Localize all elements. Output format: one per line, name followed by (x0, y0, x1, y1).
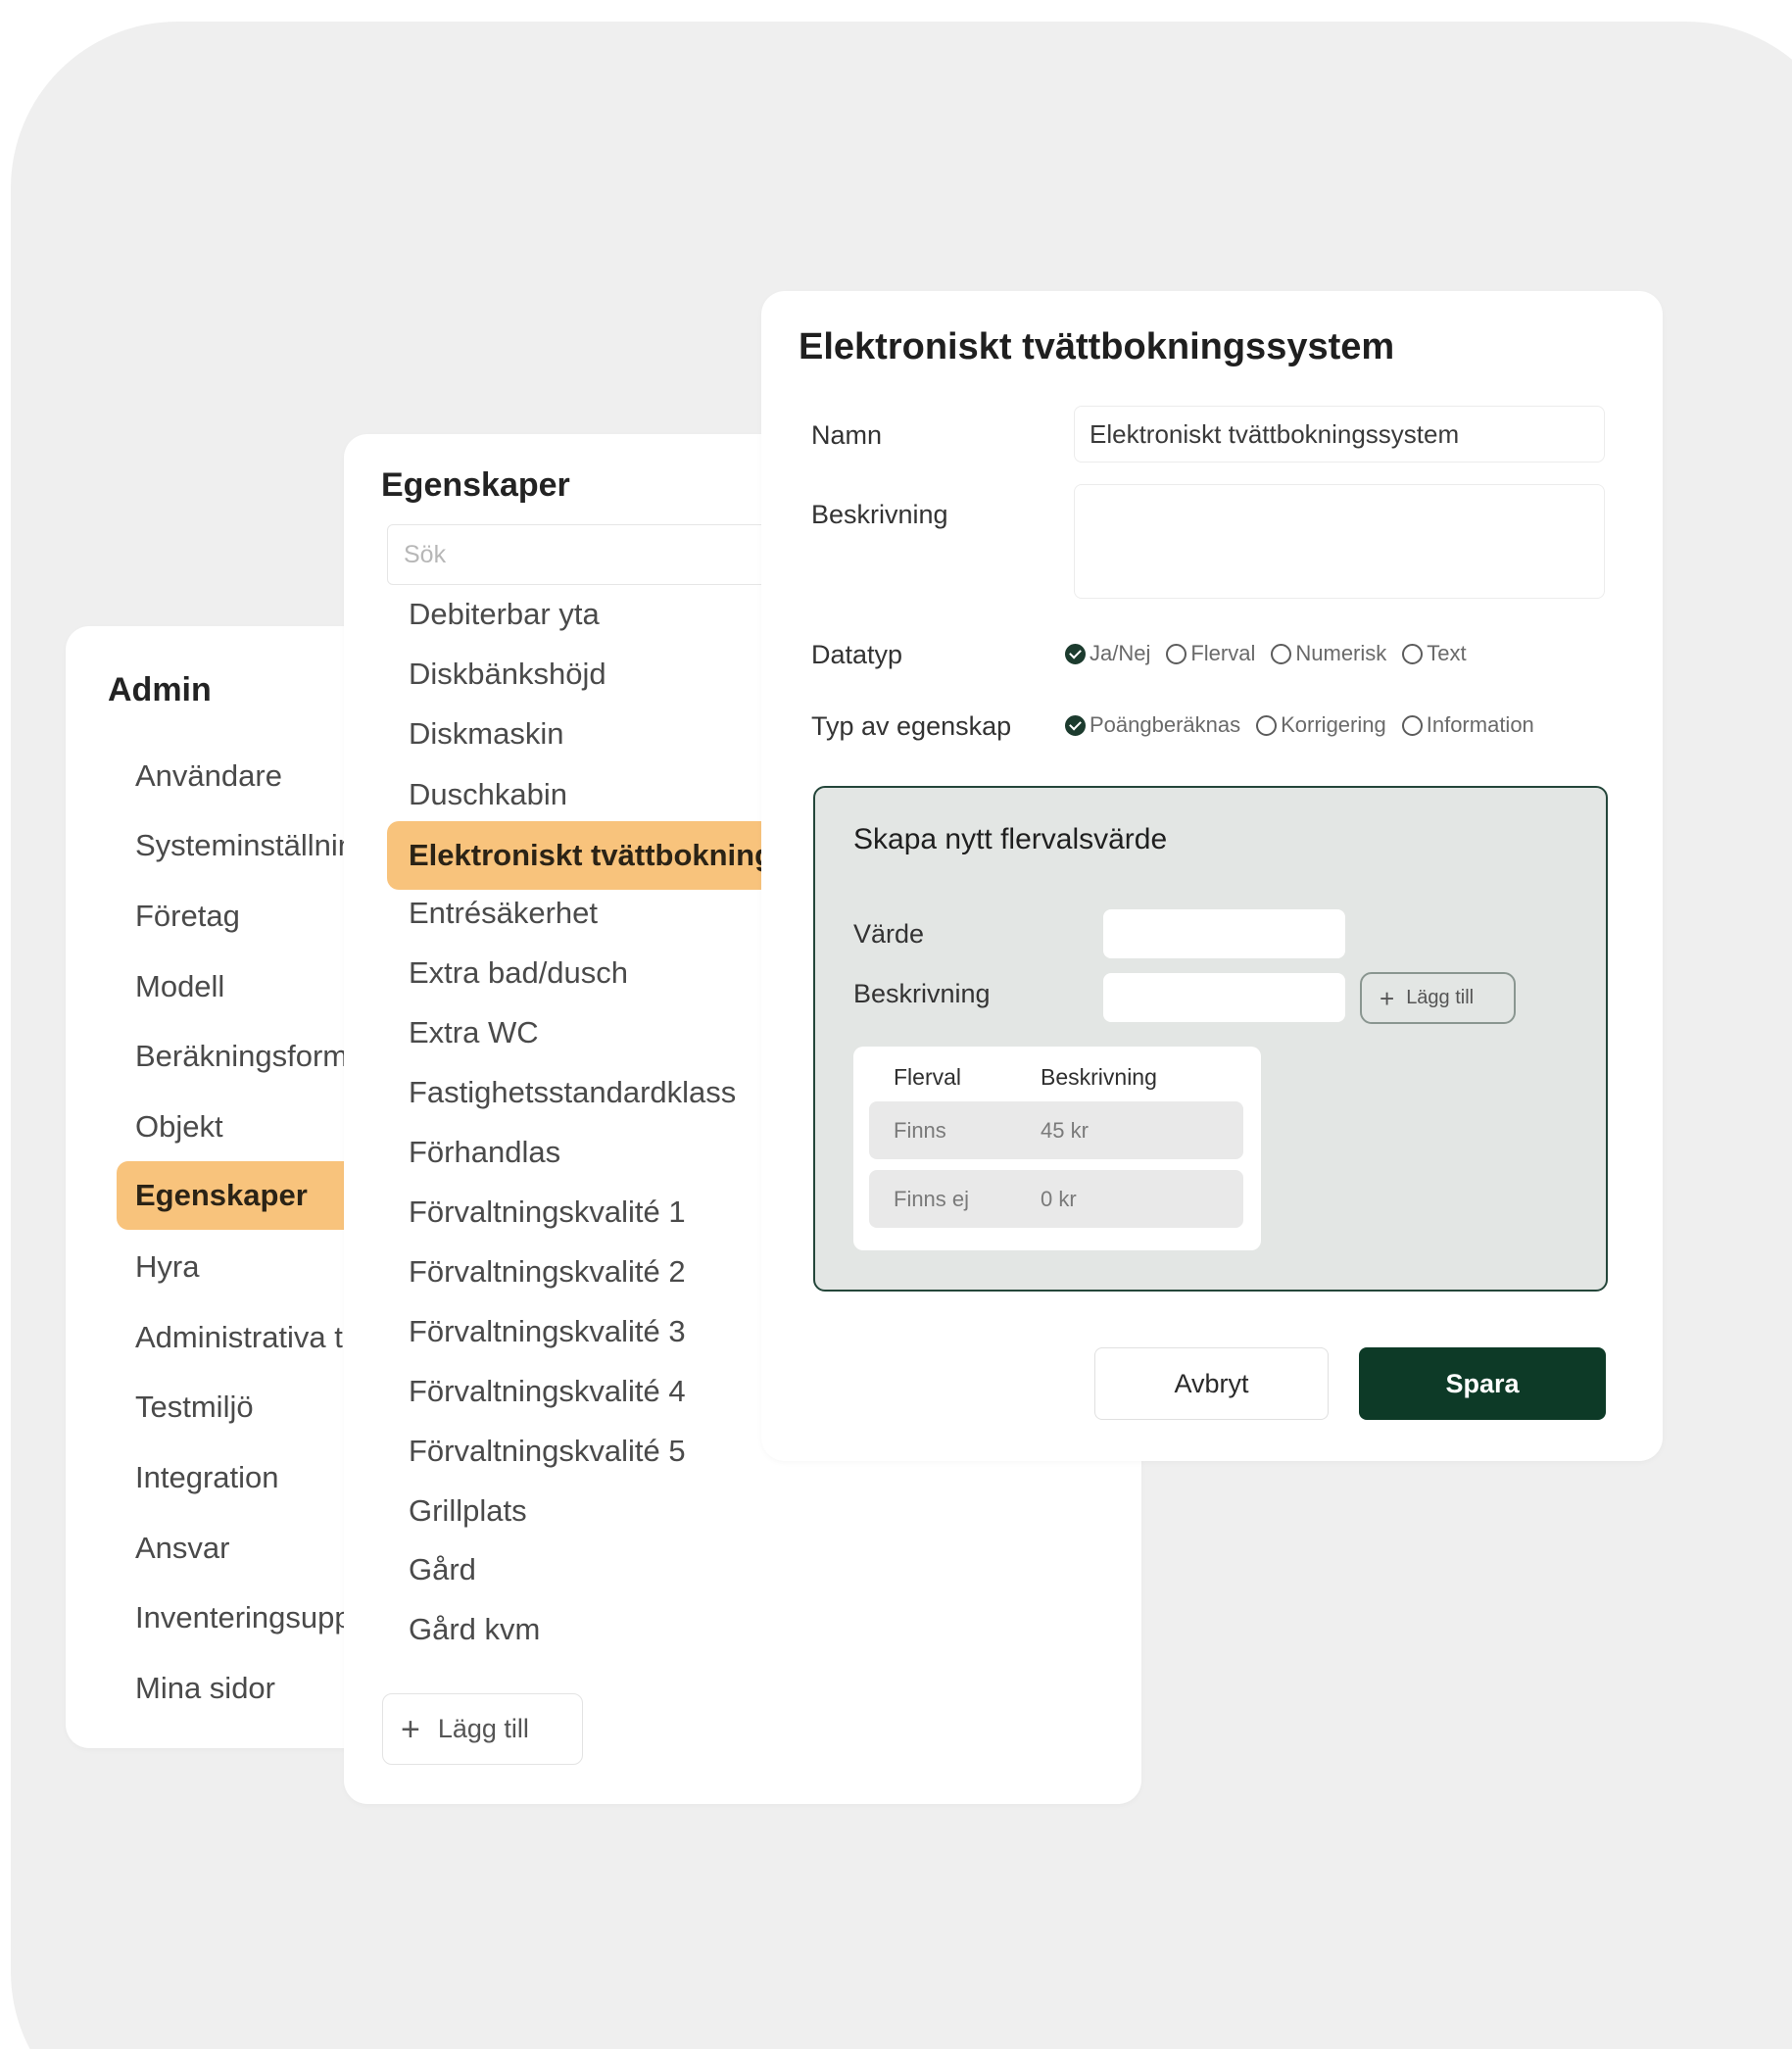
property-item[interactable]: Förvaltningskvalité 4 (409, 1374, 686, 1409)
datatype-option-janej[interactable]: Ja/Nej (1065, 641, 1150, 666)
table-header-flerval: Flerval (894, 1064, 962, 1090)
property-item[interactable]: Grillplats (409, 1493, 527, 1529)
add-property-label: Lägg till (437, 1714, 529, 1743)
property-item[interactable]: Extra bad/dusch (409, 955, 628, 991)
add-property-button[interactable]: + Lägg till (382, 1693, 583, 1765)
plus-icon: + (401, 1710, 420, 1748)
proptype-label: Typ av egenskap (811, 711, 1012, 741)
admin-title: Admin (108, 671, 212, 708)
multivalue-value-input[interactable] (1103, 909, 1345, 958)
admin-item-foretag[interactable]: Företag (135, 899, 240, 934)
datatype-option-flerval[interactable]: Flerval (1166, 641, 1255, 666)
property-item[interactable]: Förvaltningskvalité 1 (409, 1195, 686, 1230)
admin-item-testmiljo[interactable]: Testmiljö (135, 1390, 254, 1425)
admin-item-modell[interactable]: Modell (135, 969, 224, 1004)
properties-title: Egenskaper (381, 466, 570, 504)
table-row[interactable]: Finns ej 0 kr (869, 1170, 1243, 1228)
table-cell-description: 45 kr (1041, 1118, 1089, 1143)
admin-item-objekt[interactable]: Objekt (135, 1109, 223, 1145)
name-field[interactable] (1074, 406, 1605, 463)
cancel-button[interactable]: Avbryt (1094, 1347, 1329, 1420)
proptype-radio-group: Poängberäknas Korrigering Information (1065, 712, 1534, 738)
datatype-option-label: Ja/Nej (1090, 641, 1151, 665)
property-item[interactable]: Förvaltningskvalité 5 (409, 1434, 686, 1469)
save-button[interactable]: Spara (1359, 1347, 1606, 1420)
proptype-option-label: Korrigering (1281, 712, 1386, 737)
proptype-option-poangberaknas[interactable]: Poängberäknas (1065, 712, 1240, 738)
datatype-label: Datatyp (811, 640, 903, 669)
datatype-radio-group: Ja/Nej Flerval Numerisk Text (1065, 641, 1467, 666)
radio-unchecked-icon (1256, 714, 1278, 736)
table-cell-value: Finns ej (894, 1187, 970, 1211)
datatype-option-label: Flerval (1190, 641, 1256, 665)
admin-item-integration[interactable]: Integration (135, 1460, 279, 1495)
admin-item-mina-sidor[interactable]: Mina sidor (135, 1671, 275, 1706)
admin-item-ansvar[interactable]: Ansvar (135, 1531, 229, 1566)
datatype-option-numerisk[interactable]: Numerisk (1271, 641, 1386, 666)
plus-icon: + (1380, 983, 1395, 1013)
proptype-option-label: Poängberäknas (1090, 712, 1241, 737)
radio-unchecked-icon (1401, 714, 1423, 736)
detail-title: Elektroniskt tvättbokningssystem (799, 326, 1395, 367)
multivalue-title: Skapa nytt flervalsvärde (853, 823, 1168, 855)
multivalue-panel: Skapa nytt flervalsvärde Värde Beskrivni… (813, 786, 1608, 1292)
datatype-option-text[interactable]: Text (1402, 641, 1467, 666)
multivalue-table: Flerval Beskrivning Finns 45 kr Finns ej… (853, 1047, 1261, 1250)
description-label: Beskrivning (811, 500, 948, 529)
table-row[interactable]: Finns 45 kr (869, 1101, 1243, 1159)
property-item[interactable]: Duschkabin (409, 777, 567, 812)
proptype-option-label: Information (1426, 712, 1534, 737)
radio-checked-icon (1065, 643, 1086, 664)
radio-unchecked-icon (1271, 643, 1292, 664)
property-item[interactable]: Extra WC (409, 1015, 539, 1050)
property-item[interactable]: Förhandlas (409, 1135, 560, 1170)
property-item[interactable]: Gård (409, 1552, 476, 1587)
radio-unchecked-icon (1402, 643, 1424, 664)
admin-item-hyra[interactable]: Hyra (135, 1249, 199, 1285)
name-label: Namn (811, 420, 883, 450)
datatype-option-label: Numerisk (1295, 641, 1387, 665)
proptype-option-information[interactable]: Information (1401, 712, 1534, 738)
admin-item-anvandare[interactable]: Användare (135, 758, 282, 794)
radio-checked-icon (1065, 714, 1086, 736)
multivalue-description-input[interactable] (1103, 973, 1345, 1022)
multivalue-add-label: Lägg till (1406, 987, 1475, 1008)
table-cell-description: 0 kr (1041, 1187, 1077, 1211)
property-item[interactable]: Diskmaskin (409, 716, 563, 752)
property-item[interactable]: Debiterbar yta (409, 597, 600, 632)
multivalue-description-label: Beskrivning (853, 979, 991, 1008)
description-field[interactable] (1074, 484, 1605, 599)
multivalue-value-label: Värde (853, 919, 925, 949)
property-item[interactable]: Förvaltningskvalité 3 (409, 1314, 686, 1349)
table-header-beskrivning: Beskrivning (1041, 1064, 1157, 1090)
property-item[interactable]: Gård kvm (409, 1612, 540, 1647)
multivalue-add-button[interactable]: + Lägg till (1360, 972, 1516, 1024)
property-item[interactable]: Entrésäkerhet (409, 896, 598, 931)
property-item-active[interactable]: Elektroniskt tvättbokningssystem (387, 821, 895, 890)
proptype-option-korrigering[interactable]: Korrigering (1256, 712, 1386, 738)
property-item[interactable]: Diskbänkshöjd (409, 657, 606, 692)
datatype-option-label: Text (1427, 641, 1467, 665)
radio-unchecked-icon (1166, 643, 1187, 664)
property-detail-panel: Elektroniskt tvättbokningssystem Namn Be… (761, 291, 1663, 1461)
property-item[interactable]: Förvaltningskvalité 2 (409, 1254, 686, 1290)
table-cell-value: Finns (894, 1118, 946, 1143)
property-item[interactable]: Fastighetsstandardklass (409, 1075, 736, 1110)
